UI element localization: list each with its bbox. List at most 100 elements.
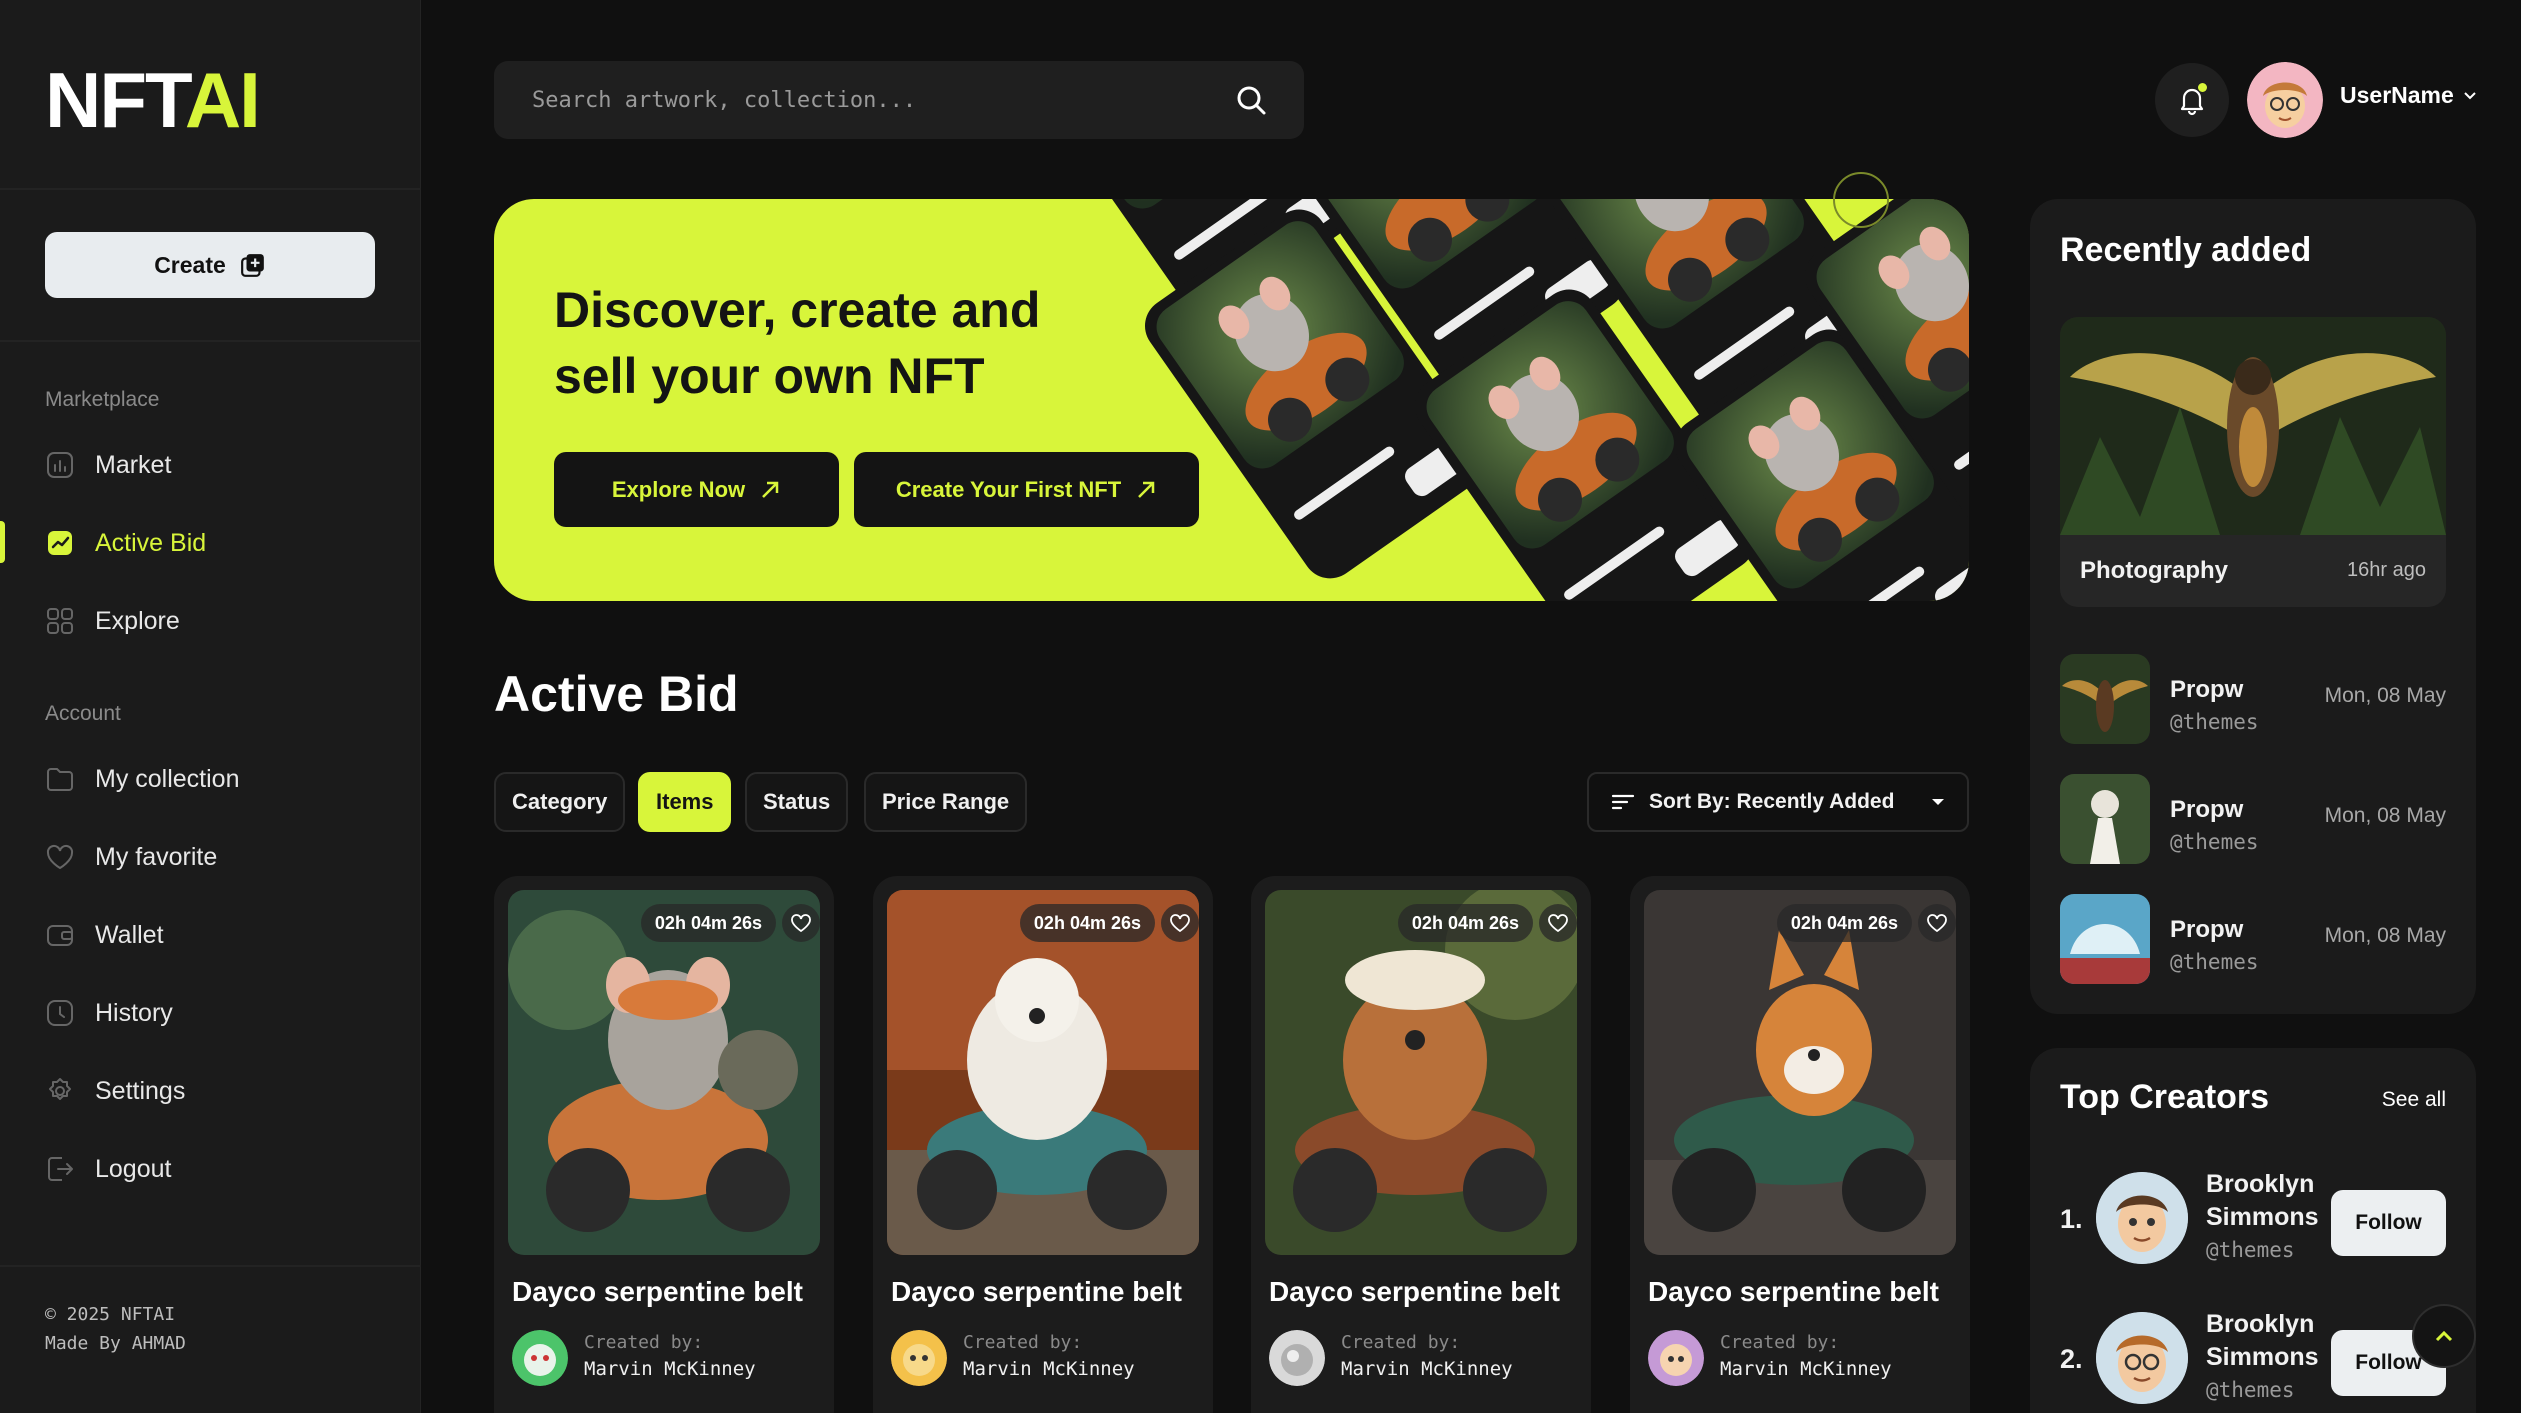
nft-card[interactable]: 02h 04m 26s Dayco serpentine belt Create… <box>1630 876 1970 1413</box>
scroll-to-top-button[interactable] <box>2412 1304 2476 1368</box>
recent-item[interactable]: Propw @themes Mon, 08 May <box>2060 654 2446 744</box>
sidebar-item-explore[interactable]: Explore <box>45 596 385 646</box>
chevron-down-icon <box>2464 91 2476 99</box>
recent-item[interactable]: Propw @themes Mon, 08 May <box>2060 894 2446 984</box>
creator-avatar <box>1648 1330 1704 1386</box>
credit-line: Made By AHMAD <box>45 1333 186 1354</box>
filter-price-range[interactable]: Price Range <box>864 772 1028 832</box>
folder-icon <box>47 768 73 791</box>
arrow-up-right-icon <box>1138 481 1155 498</box>
user-avatar[interactable] <box>2247 62 2323 138</box>
nft-card[interactable]: 02h 04m 26s Dayco serpentine belt Create… <box>873 876 1213 1413</box>
nft-card[interactable]: 02h 04m 26s Dayco serpentine belt Create… <box>494 876 834 1413</box>
sidebar-item-active-bid[interactable]: Active Bid <box>45 518 385 568</box>
creator-avatar[interactable] <box>2096 1312 2188 1404</box>
explore-now-button[interactable]: Explore Now <box>554 452 839 527</box>
recent-date: Mon, 08 May <box>2324 924 2446 947</box>
created-by-label: Created by: <box>1720 1332 1840 1353</box>
creator-handle: @themes <box>2206 1238 2295 1262</box>
created-by-label: Created by: <box>963 1332 1083 1353</box>
top-creators-panel: Top Creators See all 1. Brooklyn Simmons… <box>2030 1048 2476 1413</box>
heart-icon <box>1170 914 1190 932</box>
creator-name: Brooklyn Simmons <box>2206 1310 2319 1371</box>
favorite-button[interactable] <box>1161 904 1199 942</box>
favorite-button[interactable] <box>1918 904 1956 942</box>
filter-category[interactable]: Category <box>494 772 626 832</box>
recent-name: Propw <box>2170 676 2244 703</box>
create-button[interactable]: Create <box>45 232 375 298</box>
nft-card[interactable]: 02h 04m 26s Dayco serpentine belt Create… <box>1251 876 1591 1413</box>
notification-dot <box>2198 83 2207 92</box>
created-by-label: Created by: <box>584 1332 704 1353</box>
creator-avatar <box>512 1330 568 1386</box>
featured-item[interactable]: Photography 16hr ago <box>2060 317 2446 607</box>
creator-name: Marvin McKinney <box>963 1358 1135 1380</box>
heart-icon <box>1927 914 1947 932</box>
logo[interactable]: NFTAI <box>45 55 261 146</box>
recently-added-title: Recently added <box>2060 231 2312 269</box>
create-label: Create <box>154 251 226 278</box>
recent-item[interactable]: Propw @themes Mon, 08 May <box>2060 774 2446 864</box>
creator-handle: @themes <box>2206 1378 2295 1402</box>
nft-image <box>887 890 1199 1255</box>
username-menu[interactable]: UserName <box>2340 82 2476 109</box>
section-marketplace: Marketplace <box>45 388 160 411</box>
sidebar-item-label: My favorite <box>95 842 218 871</box>
notification-button[interactable] <box>2155 63 2229 137</box>
sidebar-item-history[interactable]: History <box>45 988 385 1038</box>
search-input[interactable] <box>532 87 1234 113</box>
recently-added-panel: Recently added Photography 16hr ago Prop… <box>2030 199 2476 1014</box>
recent-handle: @themes <box>2170 710 2259 734</box>
logout-icon <box>48 1157 73 1181</box>
filter-status[interactable]: Status <box>745 772 849 832</box>
sidebar-item-label: My collection <box>95 764 240 793</box>
clock-icon <box>47 1000 73 1026</box>
sidebar-item-label: Explore <box>95 606 180 635</box>
nft-name: Dayco serpentine belt <box>512 1276 803 1307</box>
nft-image <box>508 890 820 1255</box>
divider <box>0 188 421 190</box>
sort-label: Sort By: Recently Added <box>1649 790 1895 813</box>
sidebar-item-label: Logout <box>95 1154 172 1183</box>
copyright-line: © 2025 NFTAI <box>45 1304 176 1325</box>
sidebar-item-label: Market <box>95 450 172 479</box>
creator-avatar <box>891 1330 947 1386</box>
favorite-button[interactable] <box>782 904 820 942</box>
favorite-button[interactable] <box>1539 904 1577 942</box>
sidebar-item-my-favorite[interactable]: My favorite <box>45 832 385 882</box>
countdown-timer: 02h 04m 26s <box>1019 904 1155 942</box>
heart-icon <box>46 844 74 870</box>
creator-name: Brooklyn Simmons <box>2206 1170 2319 1231</box>
trending-icon <box>48 531 72 555</box>
hero-banner: Discover, create and sell your own NFT E… <box>494 199 1969 601</box>
filter-items[interactable]: Items <box>638 772 732 832</box>
countdown-timer: 02h 04m 26s <box>640 904 776 942</box>
sidebar-item-market[interactable]: Market <box>45 440 385 490</box>
sidebar-item-wallet[interactable]: Wallet <box>45 910 385 960</box>
nft-name: Dayco serpentine belt <box>891 1276 1182 1307</box>
see-all-link[interactable]: See all <box>2382 1088 2446 1112</box>
caret-down-icon <box>1932 799 1944 805</box>
search-icon[interactable] <box>1234 83 1268 117</box>
featured-category: Photography <box>2080 557 2228 584</box>
recent-date: Mon, 08 May <box>2324 684 2446 707</box>
nft-name: Dayco serpentine belt <box>1269 1276 1560 1307</box>
grid-icon <box>47 608 73 634</box>
search-bar <box>494 61 1304 139</box>
wallet-icon <box>47 925 73 946</box>
sidebar-item-label: History <box>95 998 173 1027</box>
follow-button[interactable]: Follow <box>2331 1190 2446 1256</box>
recent-name: Propw <box>2170 796 2244 823</box>
decorative-ring <box>1833 172 1889 228</box>
countdown-timer: 02h 04m 26s <box>1397 904 1533 942</box>
sort-dropdown[interactable]: Sort By: Recently Added <box>1587 772 1969 832</box>
sidebar-item-settings[interactable]: Settings <box>45 1066 385 1116</box>
creator-avatar[interactable] <box>2096 1172 2188 1264</box>
section-account: Account <box>45 702 121 725</box>
arrow-up-right-icon <box>762 481 779 498</box>
create-first-nft-button[interactable]: Create Your First NFT <box>854 452 1199 527</box>
sort-icon <box>1611 794 1635 810</box>
sidebar-item-logout[interactable]: Logout <box>45 1144 385 1194</box>
recent-handle: @themes <box>2170 830 2259 854</box>
sidebar-item-my-collection[interactable]: My collection <box>45 754 385 804</box>
